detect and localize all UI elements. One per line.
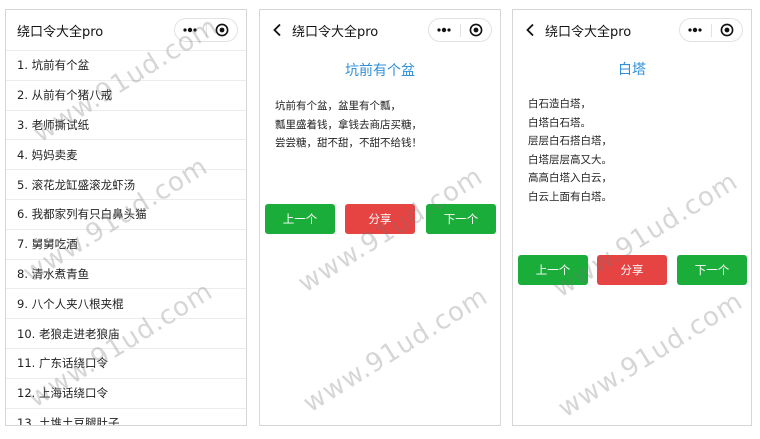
poem-title: 白塔: [618, 62, 646, 78]
poem-line: 坑前有个盆，盆里有个瓢，: [275, 100, 401, 112]
list-item[interactable]: 2. 从前有个猪八戒: [6, 79, 246, 110]
mini-program-capsule: [174, 18, 238, 42]
poem-line: 层层白石搭白塔，: [528, 135, 612, 147]
next-button[interactable]: 下一个: [677, 255, 747, 285]
poem-line: 白塔白石塔。: [528, 116, 591, 129]
poem-line: 白石造白塔，: [528, 98, 591, 110]
poem-line: 高高白塔入白云，: [528, 172, 612, 184]
more-dots-icon[interactable]: [429, 19, 460, 41]
poem-line: 瓢里盛着钱，拿钱去商店买糖，: [275, 118, 422, 131]
list-item[interactable]: 9. 八个人夹八根夹棍: [6, 288, 246, 318]
list-item[interactable]: 5. 滚花龙缸盛滚龙虾汤: [6, 169, 246, 199]
poem-title: 坑前有个盆: [345, 63, 415, 79]
prev-button[interactable]: 上一个: [265, 204, 335, 234]
target-circle-icon[interactable]: [712, 19, 743, 41]
share-button[interactable]: 分享: [345, 204, 415, 234]
list-screen: 绕口令大全pro 1. 坑前有个盆 2. 从前有个猪八戒 3. 老师撕试纸 4. 妈妈…: [5, 9, 247, 426]
more-dots-icon[interactable]: [175, 19, 206, 41]
list-item[interactable]: 1. 坑前有个盆: [6, 50, 246, 80]
navbar: 绕口令大全pro: [260, 10, 500, 50]
target-circle-icon[interactable]: [461, 19, 492, 41]
poem-line: 尝尝糖，甜不甜，不甜不给钱！: [275, 137, 422, 149]
chevron-left-icon[interactable]: [266, 23, 288, 37]
prev-button[interactable]: 上一个: [518, 255, 588, 285]
mini-program-capsule: [679, 18, 743, 42]
list-item[interactable]: 8. 清水煮青鱼: [6, 258, 246, 289]
more-dots-icon[interactable]: [680, 19, 711, 41]
detail-screen-1: 绕口令大全pro 坑前有个盆 坑前有个盆，盆里有个瓢， 瓢里盛着钱，拿钱去商店买…: [259, 9, 501, 426]
list-item[interactable]: 6. 我都家列有只白鼻头猫: [6, 198, 246, 229]
app-title: 绕口令大全pro: [292, 24, 379, 40]
list-item[interactable]: 10. 老狼走进老狼庙: [6, 318, 246, 348]
poem-body: 白石造白塔， 白塔白石塔。 层层白石搭白塔， 白塔层层高又大。 高高白塔入白云，…: [528, 95, 612, 206]
target-circle-icon[interactable]: [207, 19, 238, 41]
share-button[interactable]: 分享: [597, 255, 667, 285]
list-item[interactable]: 12. 上海话绕口令: [6, 377, 246, 408]
poem-body: 坑前有个盆，盆里有个瓢， 瓢里盛着钱，拿钱去商店买糖， 尝尝糖，甜不甜，不甜不给…: [275, 97, 422, 153]
app-title: 绕口令大全pro: [17, 24, 104, 40]
list-item[interactable]: 3. 老师撕试纸: [6, 109, 246, 140]
poem-line: 白塔层层高又大。: [528, 153, 612, 166]
detail-screen-2: 绕口令大全pro 白塔 白石造白塔， 白塔白石塔。 层层白石搭白塔， 白塔层层高…: [512, 9, 752, 426]
next-button[interactable]: 下一个: [426, 204, 496, 234]
tongue-twister-list: 1. 坑前有个盆 2. 从前有个猪八戒 3. 老师撕试纸 4. 妈妈卖麦 5. 滚花龙缸…: [6, 50, 246, 425]
list-item[interactable]: 7. 舅舅吃酒: [6, 228, 246, 259]
list-item[interactable]: 11. 广东话绕口令: [6, 347, 246, 378]
navbar: 绕口令大全pro: [513, 10, 751, 50]
mini-program-capsule: [428, 18, 492, 42]
list-item[interactable]: 13. 土堆土豆腿肚子: [6, 407, 246, 425]
poem-line: 白云上面有白塔。: [528, 190, 612, 203]
navbar: 绕口令大全pro: [6, 10, 246, 50]
list-item[interactable]: 4. 妈妈卖麦: [6, 139, 246, 169]
chevron-left-icon[interactable]: [519, 23, 541, 37]
app-title: 绕口令大全pro: [545, 24, 632, 40]
